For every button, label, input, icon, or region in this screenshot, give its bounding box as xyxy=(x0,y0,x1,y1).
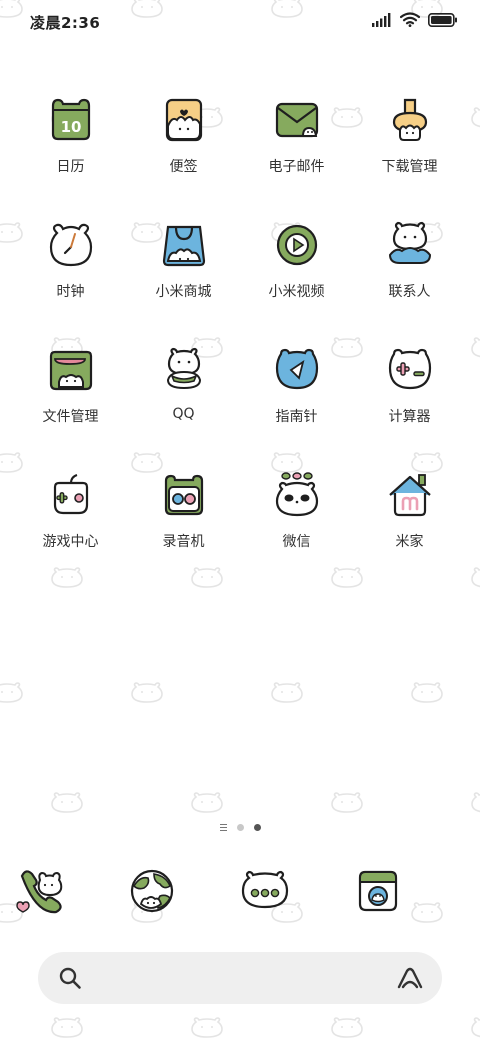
page-indicator[interactable] xyxy=(0,824,480,831)
app-label: 下载管理 xyxy=(381,159,438,175)
status-time: 凌晨2:36 xyxy=(30,14,101,32)
app-mi-home[interactable]: 米家 xyxy=(353,467,466,559)
app-label: 小米视频 xyxy=(268,284,325,300)
search-bar[interactable] xyxy=(38,952,442,1004)
status-bar: 凌晨2:36 xyxy=(0,0,480,42)
bear-watermark xyxy=(470,336,480,358)
app-label: 指南针 xyxy=(275,409,318,425)
app-label: 游戏中心 xyxy=(42,534,99,550)
clock-icon xyxy=(47,221,95,269)
app-label: 便签 xyxy=(169,159,198,175)
video-icon xyxy=(273,221,321,269)
app-label: 录音机 xyxy=(162,534,205,550)
game-center-icon xyxy=(47,471,95,519)
app-qq[interactable]: QQ xyxy=(127,342,240,434)
app-label: 计算器 xyxy=(388,409,431,425)
app-calendar[interactable]: 10 日历 xyxy=(14,92,127,184)
app-wechat[interactable]: 微信 xyxy=(240,467,353,559)
dock-camera[interactable] xyxy=(353,866,466,916)
dock-messages[interactable] xyxy=(240,866,353,916)
app-recorder[interactable]: 录音机 xyxy=(127,467,240,559)
dock-browser[interactable] xyxy=(127,866,240,916)
search-icon[interactable] xyxy=(58,966,82,994)
bear-watermark xyxy=(470,106,480,128)
phone-icon xyxy=(14,866,127,916)
contacts-icon xyxy=(386,221,434,269)
notes-icon xyxy=(160,96,208,144)
page-dot-2[interactable] xyxy=(253,824,261,831)
dock xyxy=(14,866,466,916)
app-label: 时钟 xyxy=(56,284,85,300)
calendar-icon: 10 xyxy=(47,96,95,144)
bear-watermark xyxy=(0,681,24,703)
app-label: 电子邮件 xyxy=(268,159,325,175)
app-label: 米家 xyxy=(395,534,424,550)
app-label: 联系人 xyxy=(388,284,431,300)
page-indicator-menu-icon[interactable] xyxy=(219,824,227,831)
app-calculator[interactable]: 计算器 xyxy=(353,342,466,434)
app-label: QQ xyxy=(172,406,195,422)
app-label: 日历 xyxy=(56,159,85,175)
mi-store-icon xyxy=(160,221,208,269)
signal-icon xyxy=(372,12,392,27)
page-dot-1[interactable] xyxy=(236,824,244,831)
battery-icon xyxy=(428,12,458,27)
app-compass[interactable]: 指南针 xyxy=(240,342,353,434)
app-game-center[interactable]: 游戏中心 xyxy=(14,467,127,559)
qq-icon xyxy=(160,346,208,394)
compass-icon xyxy=(273,346,321,394)
wifi-icon xyxy=(400,12,420,27)
assistant-icon[interactable] xyxy=(396,966,424,994)
bear-watermark xyxy=(50,566,84,588)
bear-watermark xyxy=(50,791,84,813)
browser-icon xyxy=(127,866,240,916)
bear-watermark xyxy=(190,791,224,813)
calendar-day: 10 xyxy=(60,118,81,136)
download-icon xyxy=(386,96,434,144)
calculator-icon xyxy=(386,346,434,394)
bear-watermark xyxy=(50,1016,84,1038)
recorder-icon xyxy=(160,471,208,519)
app-notes[interactable]: 便签 xyxy=(127,92,240,184)
file-manager-icon xyxy=(47,346,95,394)
bear-watermark xyxy=(470,791,480,813)
mi-home-icon xyxy=(386,471,434,519)
app-label: 小米商城 xyxy=(155,284,212,300)
app-file-manager[interactable]: 文件管理 xyxy=(14,342,127,434)
app-clock[interactable]: 时钟 xyxy=(14,217,127,309)
bear-watermark xyxy=(410,681,444,703)
bear-watermark xyxy=(470,566,480,588)
bear-watermark xyxy=(470,1016,480,1038)
app-email[interactable]: 电子邮件 xyxy=(240,92,353,184)
app-label: 微信 xyxy=(282,534,311,550)
bear-watermark xyxy=(330,566,364,588)
bear-watermark xyxy=(130,681,164,703)
messages-icon xyxy=(240,866,353,916)
bear-watermark xyxy=(330,1016,364,1038)
app-contacts[interactable]: 联系人 xyxy=(353,217,466,309)
status-icons xyxy=(372,12,458,27)
bear-watermark xyxy=(190,566,224,588)
app-grid: 10 日历 便签 电子邮件 下载管理 时钟 小米商城 小米视频 联系人 文件管理… xyxy=(14,92,466,559)
app-download-manager[interactable]: 下载管理 xyxy=(353,92,466,184)
email-icon xyxy=(273,96,321,144)
bear-watermark xyxy=(190,1016,224,1038)
app-mi-store[interactable]: 小米商城 xyxy=(127,217,240,309)
dock-phone[interactable] xyxy=(14,866,127,916)
bear-watermark xyxy=(330,791,364,813)
app-label: 文件管理 xyxy=(42,409,99,425)
wechat-icon xyxy=(273,471,321,519)
app-mi-video[interactable]: 小米视频 xyxy=(240,217,353,309)
camera-icon xyxy=(353,866,466,916)
bear-watermark xyxy=(270,681,304,703)
